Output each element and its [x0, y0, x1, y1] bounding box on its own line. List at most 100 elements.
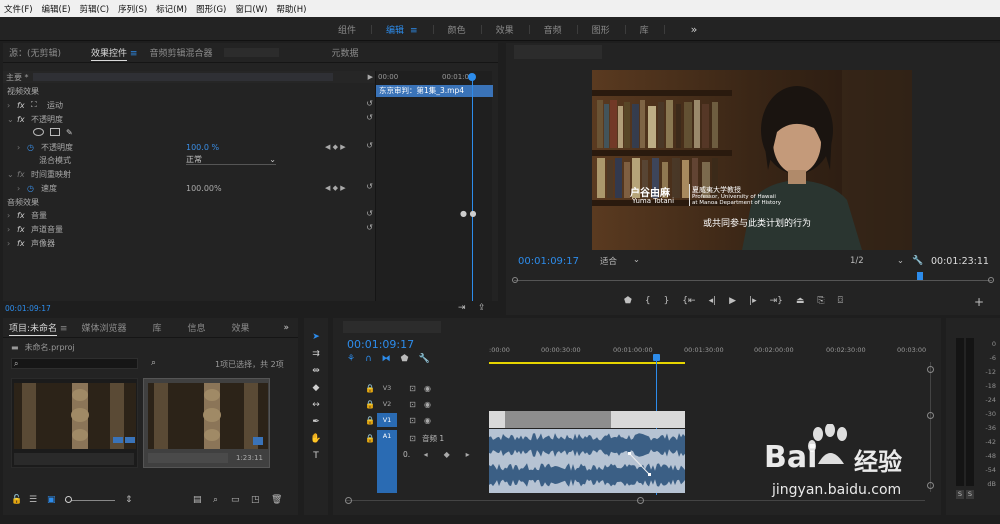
eye-icon[interactable]: ◉	[422, 383, 433, 393]
mini-playhead-handle[interactable]	[468, 73, 476, 81]
workspace-tab-graphics[interactable]: 图形	[584, 23, 632, 36]
track-label-v2[interactable]: V2	[377, 400, 397, 408]
workspace-tab-audio[interactable]: 音频	[536, 23, 584, 36]
reset-icon[interactable]: ↺	[366, 223, 373, 232]
new-bin-search-icon[interactable]: ⌕	[151, 358, 156, 368]
tab-project[interactable]: 项目:未命名 ≡	[9, 321, 68, 336]
automate-icon[interactable]: ▤	[193, 495, 202, 505]
eye-icon[interactable]: ◉	[422, 415, 433, 425]
chevron-right-icon[interactable]: ›	[17, 143, 27, 152]
resolution-select[interactable]: 1/2 ⌄	[850, 256, 904, 266]
menu-file[interactable]: 文件(F)	[4, 3, 33, 15]
tab-metadata[interactable]: 元数据	[331, 46, 358, 59]
project-item-1[interactable]	[11, 378, 138, 468]
tab-libraries[interactable]: 库	[152, 321, 161, 334]
effect-row-channel-volume[interactable]: › fx 声道音量 ↺	[3, 223, 375, 235]
scroll-handle-top[interactable]	[927, 366, 934, 373]
new-item-icon[interactable]: ◳	[251, 495, 260, 505]
type-tool-icon[interactable]: T	[308, 449, 324, 463]
pen-mask-icon[interactable]: ✎	[66, 128, 73, 137]
track-volume-value[interactable]: 0.	[403, 450, 410, 459]
speed-value[interactable]: 100.00%	[186, 184, 222, 193]
next-keyframe-icon[interactable]: ▸	[462, 449, 473, 459]
menu-markers[interactable]: 标记(M)	[156, 3, 187, 15]
workspace-tab-effects[interactable]: 效果	[488, 23, 536, 36]
solo-left-button[interactable]: S	[956, 490, 964, 499]
find-icon[interactable]: ⌕	[213, 495, 218, 505]
lock-icon[interactable]: 🔒	[363, 399, 377, 409]
settings-wrench-icon[interactable]: 🔧	[419, 354, 430, 364]
go-to-out-icon[interactable]: ⇥}	[770, 296, 783, 306]
property-row-opacity[interactable]: › ◷ 不透明度 100.0 % ◀ ◆ ▶ ↺	[3, 141, 375, 153]
lock-icon[interactable]: 🔒	[363, 415, 377, 425]
panel-overflow-icon[interactable]: »	[284, 323, 290, 333]
hamburger-icon[interactable]: ≡	[410, 26, 418, 36]
solo-right-button[interactable]: S	[966, 490, 974, 499]
play-icon[interactable]: ▶	[729, 296, 736, 306]
transform-icon[interactable]: ⛶	[31, 100, 47, 110]
selection-tool-icon[interactable]: ➤	[308, 330, 324, 344]
sync-lock-icon[interactable]: ⊡	[407, 433, 418, 443]
chevron-right-icon[interactable]: ›	[7, 211, 17, 220]
mini-playhead[interactable]	[472, 75, 473, 301]
go-to-in-icon[interactable]: {⇤	[682, 296, 695, 306]
snap-icon[interactable]: ∩	[365, 354, 372, 364]
export-icon[interactable]: ⇪	[478, 303, 486, 313]
hscroll-right-handle[interactable]	[637, 497, 644, 504]
zoom-slider[interactable]	[65, 499, 115, 501]
track-select-tool-icon[interactable]: ⇉	[308, 347, 324, 361]
tab-effect-controls[interactable]: 效果控件 ≡	[91, 46, 138, 61]
program-playhead[interactable]	[917, 272, 924, 280]
clip-name-bar[interactable]: 东京审判：第1集_3.mp4	[376, 85, 493, 97]
sync-lock-icon[interactable]: ⊡	[407, 399, 418, 409]
extract-icon[interactable]: ⎘	[817, 296, 824, 306]
track-label-v3[interactable]: V3	[377, 384, 397, 392]
chevron-down-icon[interactable]: ⌄	[7, 115, 17, 124]
menu-window[interactable]: 窗口(W)	[235, 3, 267, 15]
zoom-slider-handle[interactable]	[65, 496, 72, 503]
effect-row-panner[interactable]: › fx 声像器	[3, 237, 375, 249]
trash-icon[interactable]: 🗑	[271, 495, 282, 505]
lift-icon[interactable]: ⏏	[796, 296, 805, 306]
menu-help[interactable]: 帮助(H)	[276, 3, 306, 15]
menu-sequence[interactable]: 序列(S)	[118, 3, 147, 15]
hamburger-icon[interactable]: ≡	[130, 49, 138, 59]
effect-row-motion[interactable]: › fx ⛶ 运动 ↺	[3, 99, 375, 111]
razor-tool-icon[interactable]: ◆	[308, 381, 324, 395]
lock-icon[interactable]: 🔒	[363, 433, 377, 443]
sync-lock-icon[interactable]: ⊡	[407, 415, 418, 425]
ellipse-mask-icon[interactable]	[33, 128, 44, 136]
program-timecode[interactable]: 00:01:09:17	[518, 256, 579, 267]
sync-lock-icon[interactable]: ⊡	[407, 383, 418, 393]
linked-selection-icon[interactable]: ⧓	[382, 354, 391, 364]
button-editor-plus-icon[interactable]: +	[974, 295, 984, 309]
effect-row-time-remap[interactable]: ⌄ fx 时间重映射	[3, 168, 375, 180]
reset-icon[interactable]: ↺	[366, 99, 373, 108]
chevron-right-icon[interactable]: ›	[7, 239, 17, 248]
hamburger-icon[interactable]: ≡	[60, 324, 68, 334]
lock-icon[interactable]: 🔓	[11, 495, 22, 505]
prev-keyframe-icon[interactable]: ◂	[420, 449, 431, 459]
scroll-handle-bottom[interactable]	[927, 482, 934, 489]
keyframe-nav-icon[interactable]: ◀ ◆ ▶	[325, 184, 346, 192]
scroll-handle-mid[interactable]	[927, 412, 934, 419]
timeline-timecode[interactable]: 00:01:09:17	[347, 338, 414, 351]
timeline-horizontal-scroll[interactable]	[345, 497, 925, 505]
reset-icon[interactable]: ↺	[366, 209, 373, 218]
workspace-overflow-icon[interactable]: »	[691, 23, 698, 36]
master-label[interactable]: 主要 *	[6, 72, 29, 83]
project-search-input[interactable]: ⌕	[11, 358, 138, 369]
wrench-icon[interactable]: 🔧	[912, 256, 923, 266]
tab-effects[interactable]: 效果	[232, 321, 250, 334]
rectangle-mask-icon[interactable]	[50, 128, 60, 136]
video-frame[interactable]: 户谷由麻 Yuma Totani 夏威夷大学教授 Professor, Univ…	[592, 70, 912, 250]
reset-icon[interactable]: ↺	[366, 113, 373, 122]
list-view-icon[interactable]: ☰	[29, 495, 37, 505]
chevron-right-icon[interactable]: ›	[17, 184, 27, 193]
stopwatch-icon[interactable]: ◷	[27, 143, 41, 152]
ripple-edit-tool-icon[interactable]: ⇹	[308, 364, 324, 378]
play-only-icon[interactable]: ▶	[368, 73, 373, 81]
lock-icon[interactable]: 🔒	[363, 383, 377, 393]
property-row-speed[interactable]: › ◷ 速度 100.00% ◀ ◆ ▶ ↺	[3, 182, 375, 194]
track-label-v1[interactable]: V1	[377, 413, 397, 427]
